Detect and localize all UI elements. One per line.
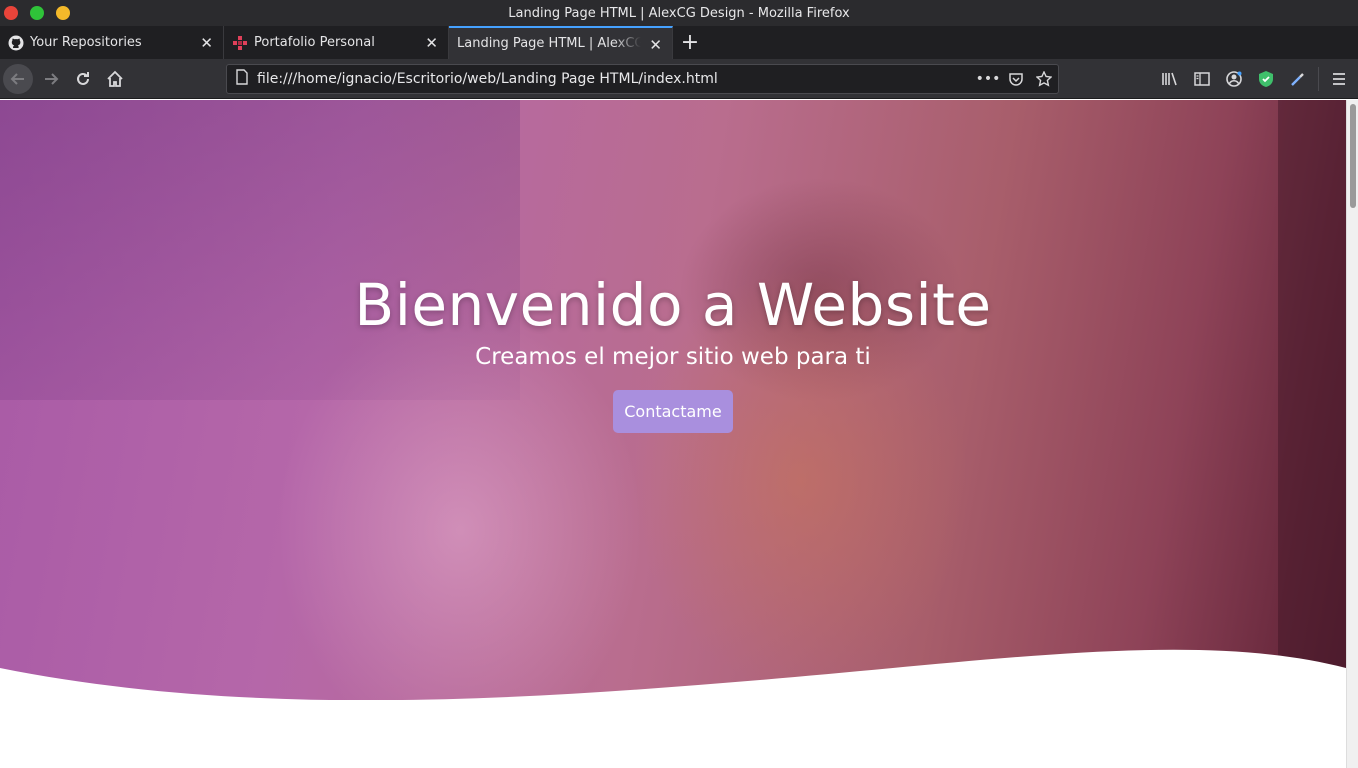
tab-label: Landing Page HTML | AlexCG: [457, 36, 641, 51]
reload-button[interactable]: [68, 64, 98, 94]
tab-label: Your Repositories: [30, 35, 142, 50]
page-scrollbar[interactable]: [1346, 100, 1358, 768]
tab-your-repositories[interactable]: Your Repositories ✕: [0, 26, 224, 59]
close-tab-icon[interactable]: ✕: [200, 34, 213, 52]
close-window-button[interactable]: [4, 6, 18, 20]
hero-content: Bienvenido a Website Creamos el mejor si…: [0, 270, 1346, 433]
page-actions-button[interactable]: •••: [974, 71, 1002, 87]
color-picker-icon[interactable]: [1288, 69, 1308, 89]
tab-strip: Your Repositories ✕ Portafolio Personal …: [0, 26, 1358, 59]
home-icon: [107, 70, 123, 87]
tab-label: Portafolio Personal: [254, 35, 375, 50]
github-icon: [8, 35, 24, 51]
portfolio-icon: [232, 35, 248, 51]
pocket-icon[interactable]: [1002, 71, 1030, 87]
navigation-toolbar: file:///home/ignacio/Escritorio/web/Land…: [0, 59, 1358, 99]
window-controls: [4, 6, 70, 20]
sidebar-icon[interactable]: [1192, 69, 1212, 89]
back-button[interactable]: [3, 64, 33, 94]
shield-extension-icon[interactable]: [1256, 69, 1276, 89]
close-tab-icon[interactable]: ✕: [649, 36, 662, 54]
forward-button[interactable]: [36, 64, 66, 94]
scrollbar-thumb[interactable]: [1350, 104, 1356, 208]
new-tab-button[interactable]: +: [673, 26, 707, 59]
minimize-window-button[interactable]: [56, 6, 70, 20]
hero-subtitle: Creamos el mejor sitio web para ti: [475, 344, 871, 370]
maximize-window-button[interactable]: [30, 6, 44, 20]
hero-section: Bienvenido a Website Creamos el mejor si…: [0, 100, 1346, 700]
close-tab-icon[interactable]: ✕: [425, 34, 438, 52]
account-icon[interactable]: [1224, 69, 1244, 89]
hero-wave-divider: [0, 649, 1346, 768]
bookmark-star-icon[interactable]: [1030, 71, 1058, 87]
reload-icon: [77, 72, 89, 85]
library-icon[interactable]: [1160, 69, 1180, 89]
forward-arrow-icon: [45, 73, 59, 85]
menu-hamburger-icon[interactable]: [1329, 69, 1349, 89]
hero-title: Bienvenido a Website: [354, 271, 992, 339]
window-title: Landing Page HTML | AlexCG Design - Mozi…: [508, 5, 850, 21]
web-page: Bienvenido a Website Creamos el mejor si…: [0, 100, 1346, 768]
url-bar[interactable]: file:///home/ignacio/Escritorio/web/Land…: [226, 64, 1059, 94]
contact-button[interactable]: Contactame: [613, 390, 733, 433]
page-file-icon: [235, 69, 249, 89]
back-arrow-icon: [10, 73, 24, 85]
toolbar-divider: [1318, 67, 1319, 91]
tab-portafolio-personal[interactable]: Portafolio Personal ✕: [224, 26, 449, 59]
home-button[interactable]: [100, 64, 130, 94]
window-titlebar: Landing Page HTML | AlexCG Design - Mozi…: [0, 0, 1358, 26]
url-text[interactable]: file:///home/ignacio/Escritorio/web/Land…: [257, 71, 974, 87]
tab-landing-page[interactable]: Landing Page HTML | AlexCG ✕: [449, 26, 673, 59]
